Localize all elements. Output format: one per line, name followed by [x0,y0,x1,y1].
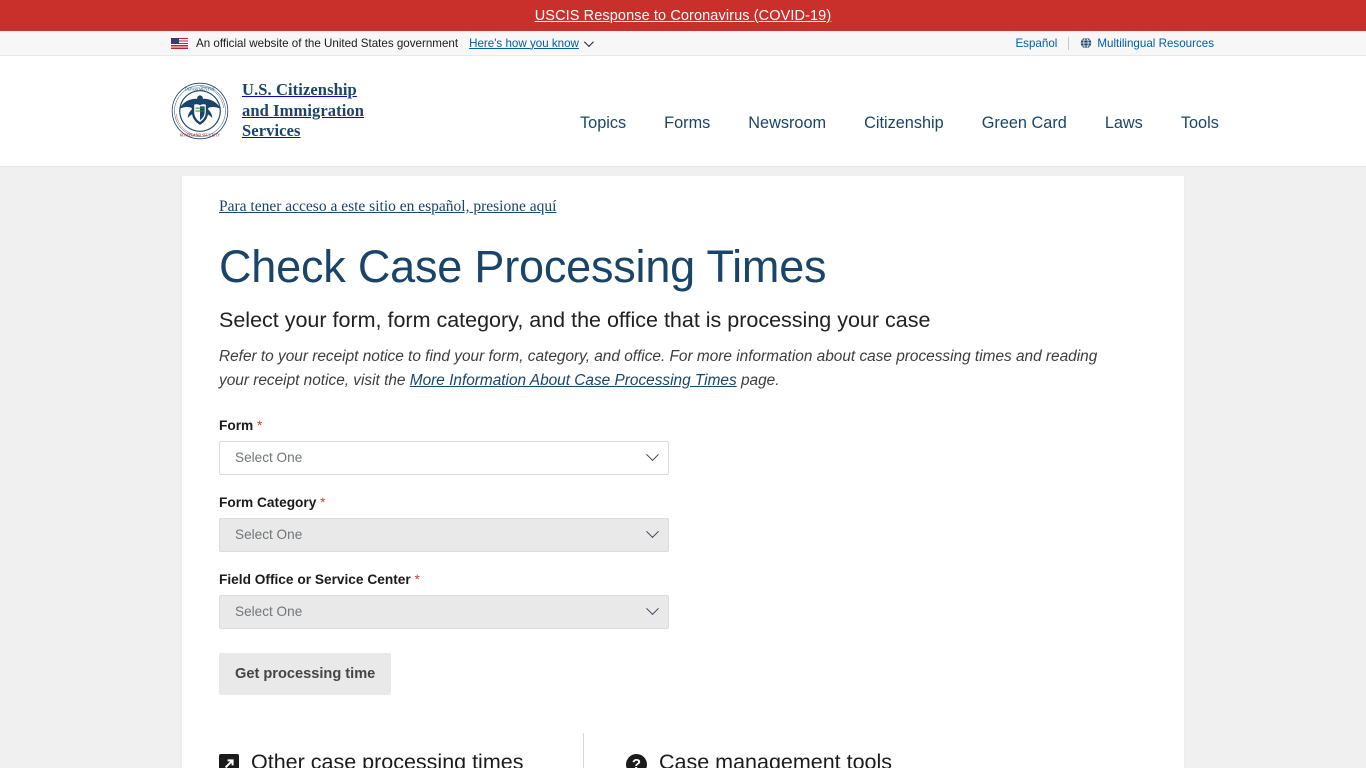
chevron-down-icon [646,448,659,462]
field-office-select[interactable]: Select One [219,594,669,629]
svg-text:HOMELAND SECURITY: HOMELAND SECURITY [180,134,221,138]
page-description: Refer to your receipt notice to find you… [219,345,1129,393]
description-text-part-2: page. [736,372,780,390]
government-banner-right: Español Multilingual Resources [1015,31,1214,55]
divider [1068,36,1070,50]
form-category-field-group: Form Category * Select One [219,495,1147,552]
get-processing-time-button[interactable]: Get processing time [219,652,392,695]
page-title: Check Case Processing Times [219,241,827,292]
form-field-group: Form * Select One [219,418,1147,475]
external-link-square-icon [219,753,239,768]
form-select-value: Select One [235,450,303,466]
field-office-select-label: Field Office or Service Center * [219,572,1147,587]
form-select[interactable]: Select One [219,440,669,475]
required-marker: * [320,494,326,510]
form-category-label-text: Form Category [219,494,317,510]
site-header-inner: DEPARTMENT OF HOMELAND SECURITY U.S. Cit… [163,56,1219,166]
brand-wordmark: U.S. Citizenship and Immigration Service… [242,80,364,141]
resources-section: Other case processing times resources Re… [219,732,1147,768]
spanish-site-link[interactable]: Para tener acceso a este sitio en españo… [219,198,556,216]
globe-icon [1081,37,1092,49]
form-category-select-label: Form Category * [219,495,1147,510]
official-website-text: An official website of the United States… [196,36,459,50]
other-resources-header: Other case processing times resources [219,749,583,768]
svg-text:DEPARTMENT OF: DEPARTMENT OF [185,88,215,92]
nav-item-topics[interactable]: Topics [561,108,645,139]
heres-how-you-know-button[interactable]: Here's how you know [469,36,594,50]
case-management-tools-title: Case management tools [659,749,893,768]
multilingual-resources-label: Multilingual Resources [1097,36,1214,50]
page-subtitle: Select your form, form category, and the… [219,308,931,333]
other-resources-title: Other case processing times resources [251,749,524,768]
form-category-select[interactable]: Select One [219,517,669,552]
processing-time-form: Form * Select One Form Category * Select… [219,418,1147,695]
chevron-down-icon [646,602,659,616]
site-header: DEPARTMENT OF HOMELAND SECURITY U.S. Cit… [0,56,1366,167]
brand-line-1: U.S. Citizenship [242,80,357,100]
required-marker: * [414,571,420,587]
espanol-link[interactable]: Español [1015,37,1057,50]
brand-line-3: Services [242,121,301,141]
case-management-tools-header: ? Case management tools [626,749,1053,768]
other-resources-column: Other case processing times resources Re… [219,733,583,768]
form-select-label-text: Form [219,417,254,433]
nav-item-citizenship[interactable]: Citizenship [845,108,963,139]
multilingual-resources-link[interactable]: Multilingual Resources [1080,37,1214,50]
main-content-card: Para tener acceso a este sitio en españo… [182,176,1184,768]
nav-item-forms[interactable]: Forms [645,108,729,139]
nav-item-newsroom[interactable]: Newsroom [729,108,845,139]
dhs-seal-icon: DEPARTMENT OF HOMELAND SECURITY [171,82,229,140]
field-office-select-value: Select One [235,604,303,620]
page-background: Para tener acceso a este sitio en españo… [0,167,1366,768]
question-circle-icon: ? [626,753,647,768]
nav-item-green-card[interactable]: Green Card [963,108,1086,139]
field-office-label-text: Field Office or Service Center [219,571,411,587]
case-management-tools-column: ? Case management tools Inquire about a … [583,732,1053,768]
brand-line-2: and Immigration [242,100,365,120]
chevron-down-icon [583,36,594,47]
nav-item-tools[interactable]: Tools [1162,108,1238,139]
more-information-link[interactable]: More Information About Case Processing T… [410,372,737,389]
us-flag-icon [171,37,188,49]
main-navigation: Topics Forms Newsroom Citizenship Green … [561,108,1238,139]
covid-alert-banner: USCIS Response to Coronavirus (COVID-19) [0,0,1366,31]
form-category-select-value: Select One [235,527,303,543]
nav-item-laws[interactable]: Laws [1086,108,1162,139]
heres-how-you-know-label: Here's how you know [469,36,579,50]
field-office-field-group: Field Office or Service Center * Select … [219,572,1147,629]
government-banner: An official website of the United States… [0,31,1366,56]
form-select-label: Form * [219,418,1147,433]
covid-alert-link[interactable]: USCIS Response to Coronavirus (COVID-19) [535,8,832,24]
required-marker: * [257,417,263,433]
chevron-down-icon [646,525,659,539]
uscis-logo-link[interactable]: DEPARTMENT OF HOMELAND SECURITY U.S. Cit… [171,80,364,141]
